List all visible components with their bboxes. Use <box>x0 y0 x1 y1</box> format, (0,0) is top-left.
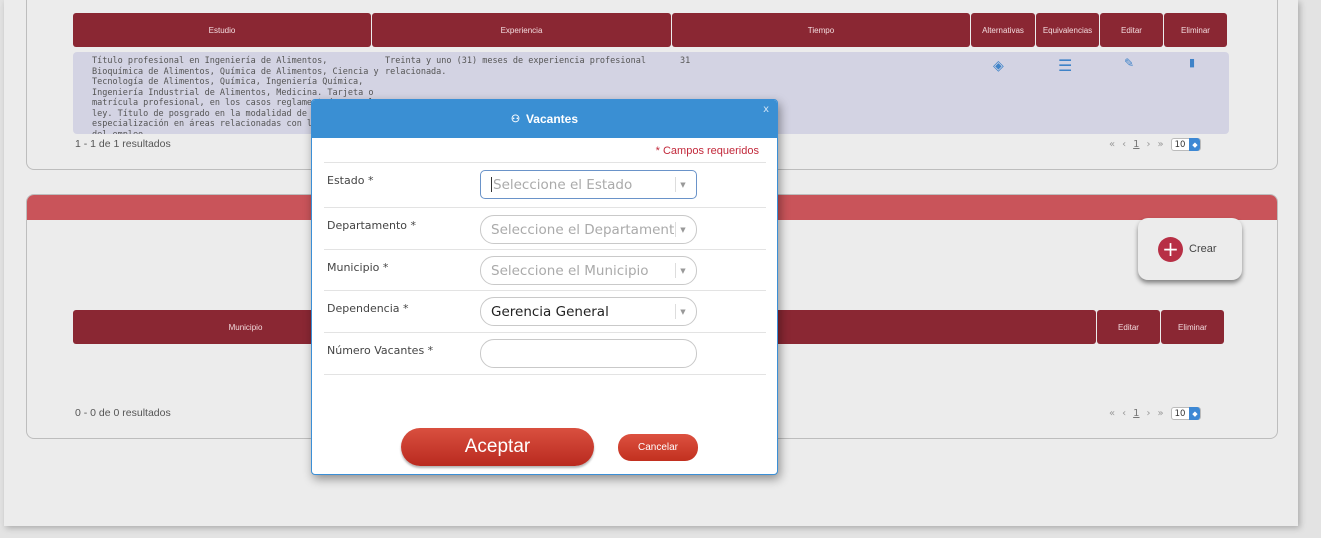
last-page-button[interactable]: » <box>1158 139 1164 150</box>
dependencia-value: Gerencia General <box>491 303 609 320</box>
page-number[interactable]: 1 <box>1133 408 1139 419</box>
departamento-placeholder: Seleccione el Departamento <box>491 221 674 238</box>
edit-icon[interactable]: ✎ <box>1124 56 1134 70</box>
estado-select[interactable]: Seleccione el Estado ▼ <box>480 170 697 199</box>
first-page-button[interactable]: « <box>1109 408 1115 419</box>
pagination: « ‹ 1 › » 10 ◆ <box>1109 138 1202 151</box>
results-count: 0 - 0 de 0 resultados <box>75 407 171 419</box>
numero-vacantes-input[interactable] <box>480 339 697 368</box>
page-number[interactable]: 1 <box>1133 139 1139 150</box>
cell-tiempo: 31 <box>680 56 691 66</box>
chevron-down-icon: ▼ <box>675 263 690 278</box>
dependencia-select[interactable]: Gerencia General ▼ <box>480 297 697 326</box>
numero-vacantes-label: Número Vacantes * <box>327 344 434 357</box>
form-row-municipio <box>324 249 766 250</box>
modal-header: ⚇ Vacantes <box>312 100 777 138</box>
text-cursor <box>491 177 492 192</box>
chevron-down-icon: ◆ <box>1189 138 1201 151</box>
equivalences-icon[interactable]: ☰ <box>1058 56 1072 75</box>
plus-circle-icon: + <box>1158 236 1183 262</box>
alternatives-icon[interactable]: ◈ <box>993 58 1004 74</box>
estado-placeholder: Seleccione el Estado <box>493 176 633 193</box>
chevron-down-icon: ◆ <box>1189 407 1201 420</box>
required-fields-note: * Campos requeridos <box>655 145 759 157</box>
col-estudio[interactable]: Estudio <box>73 13 371 47</box>
municipio-select[interactable]: Seleccione el Municipio ▼ <box>480 256 697 285</box>
chevron-down-icon: ▼ <box>675 304 690 319</box>
results-count: 1 - 1 de 1 resultados <box>75 138 171 150</box>
page-size-select[interactable]: 10 ◆ <box>1170 407 1202 420</box>
next-page-button[interactable]: › <box>1147 139 1151 150</box>
vacantes-modal: ⚇ Vacantes x * Campos requeridos Estado … <box>311 99 778 475</box>
departamento-label: Departamento * <box>327 219 417 232</box>
cell-experiencia: Treinta y uno (31) meses de experiencia … <box>385 56 646 77</box>
crear-button[interactable]: + Crear <box>1138 218 1242 280</box>
form-row-dependencia <box>324 290 766 291</box>
chevron-down-icon: ▼ <box>675 222 690 237</box>
form-divider <box>324 374 766 375</box>
pagination: « ‹ 1 › » 10 ◆ <box>1109 407 1202 420</box>
close-icon[interactable]: x <box>763 104 769 115</box>
departamento-select[interactable]: Seleccione el Departamento ▼ <box>480 215 697 244</box>
col-editar[interactable]: Editar <box>1097 310 1160 344</box>
requirements-table-header: Estudio Experiencia Tiempo Alternativas … <box>73 13 1228 47</box>
col-alternativas[interactable]: Alternativas <box>971 13 1035 47</box>
aceptar-button[interactable]: Aceptar <box>401 428 594 466</box>
users-icon: ⚇ <box>510 113 520 125</box>
form-row-numero-vacantes <box>324 332 766 333</box>
prev-page-button[interactable]: ‹ <box>1122 139 1126 150</box>
col-eliminar[interactable]: Eliminar <box>1161 310 1224 344</box>
prev-page-button[interactable]: ‹ <box>1122 408 1126 419</box>
next-page-button[interactable]: › <box>1147 408 1151 419</box>
delete-icon[interactable]: ▮ <box>1189 56 1195 69</box>
col-tiempo[interactable]: Tiempo <box>672 13 970 47</box>
form-row-departamento <box>324 207 766 208</box>
page-size-select[interactable]: 10 ◆ <box>1170 138 1202 151</box>
municipio-placeholder: Seleccione el Municipio <box>491 262 649 279</box>
crear-label: Crear <box>1189 243 1217 255</box>
dependencia-label: Dependencia * <box>327 302 409 315</box>
estado-label: Estado * <box>327 174 374 187</box>
first-page-button[interactable]: « <box>1109 139 1115 150</box>
cancelar-button[interactable]: Cancelar <box>618 434 698 461</box>
last-page-button[interactable]: » <box>1158 408 1164 419</box>
col-experiencia[interactable]: Experiencia <box>372 13 671 47</box>
chevron-down-icon: ▼ <box>675 177 690 192</box>
col-equivalencias[interactable]: Equivalencias <box>1036 13 1099 47</box>
col-eliminar[interactable]: Eliminar <box>1164 13 1227 47</box>
col-editar[interactable]: Editar <box>1100 13 1163 47</box>
municipio-label: Municipio * <box>327 261 389 274</box>
modal-title: Vacantes <box>525 112 578 126</box>
